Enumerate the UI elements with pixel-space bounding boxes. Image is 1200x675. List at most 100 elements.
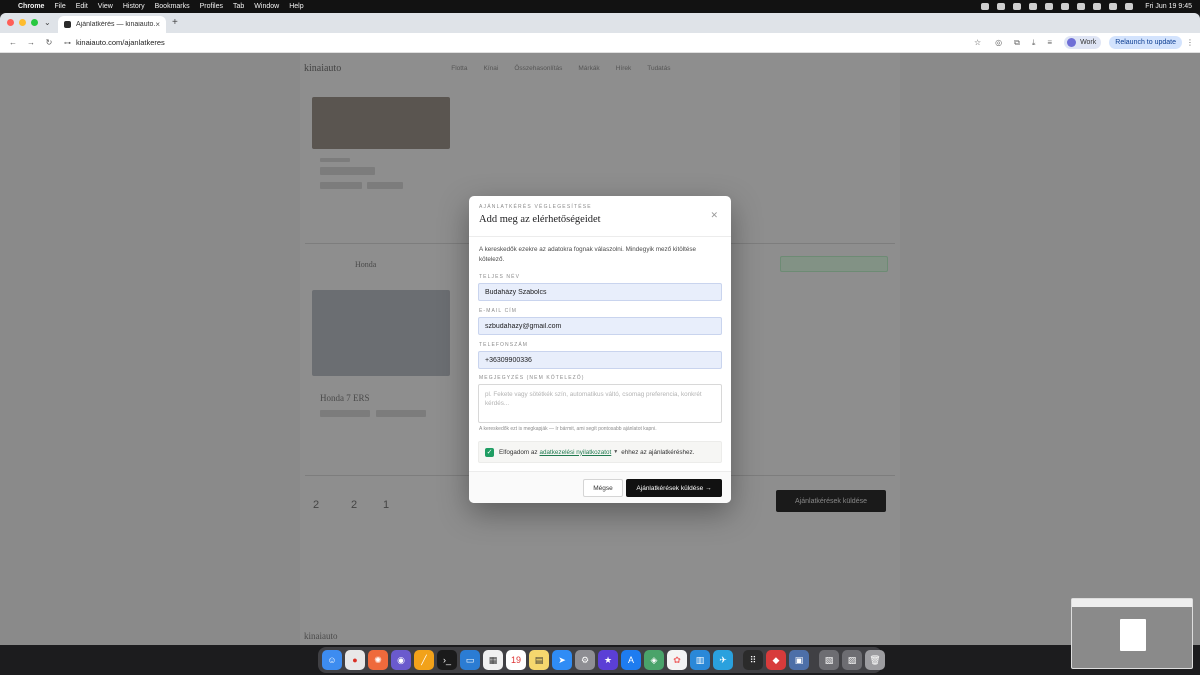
- car-title: Honda 7 ERS: [320, 393, 370, 403]
- menu-history[interactable]: History: [123, 3, 145, 10]
- zoom-window-button[interactable]: [31, 19, 38, 26]
- settings-icon[interactable]: ⚙: [575, 650, 595, 670]
- app-icon[interactable]: ▧: [819, 650, 839, 670]
- wifi-icon[interactable]: [1077, 3, 1086, 10]
- placeholder-tag: [376, 410, 426, 417]
- email-label: E-mail cím: [479, 308, 518, 314]
- modal-eyebrow: Ajánlatkérés véglegesítése: [479, 204, 592, 210]
- download-icon[interactable]: ⤓: [1032, 38, 1036, 48]
- placeholder-tag: [320, 158, 350, 162]
- lens-icon[interactable]: ◎: [995, 38, 1002, 47]
- app-icon[interactable]: ◉: [391, 650, 411, 670]
- privacy-policy-link[interactable]: adatkezelési nyilatkozatot: [540, 449, 612, 456]
- more-menu-icon[interactable]: ⋮: [1186, 38, 1194, 47]
- app-store-icon[interactable]: A: [621, 650, 641, 670]
- stat-number: 2: [313, 499, 320, 511]
- macos-dock: ☺ ● ✺ ◉ ╱ ›_ ▭ ▦ 19 ▤ ➤ ⚙ ★ A ◈ ✿ ▥ ✈ ⠿ …: [318, 647, 885, 673]
- note-label: Megjegyzés (nem kötelező): [479, 375, 585, 381]
- app-icon[interactable]: ▥: [690, 650, 710, 670]
- menubar-clock[interactable]: Fri Jun 19 9:45: [1145, 3, 1192, 10]
- status-icon[interactable]: [1013, 3, 1022, 10]
- address-bar[interactable]: ⊶ kinaiauto.com/ajanlatkeres: [64, 36, 966, 50]
- status-icon[interactable]: [997, 3, 1006, 10]
- telegram-icon[interactable]: ✈: [713, 650, 733, 670]
- screenshot-thumbnail[interactable]: [1071, 598, 1193, 669]
- menu-file[interactable]: File: [54, 3, 65, 10]
- menu-view[interactable]: View: [98, 3, 113, 10]
- profile-chip[interactable]: Work: [1064, 36, 1102, 49]
- app-icon[interactable]: ◆: [766, 650, 786, 670]
- finder-icon[interactable]: ☺: [322, 650, 342, 670]
- search-icon[interactable]: [1109, 3, 1118, 10]
- bookmark-star-icon[interactable]: ☆: [974, 38, 981, 47]
- battery-icon[interactable]: [1093, 3, 1102, 10]
- menu-app-name[interactable]: Chrome: [18, 3, 44, 10]
- nav-link: Flotta: [451, 64, 468, 72]
- app-icon[interactable]: ▦: [483, 650, 503, 670]
- thumbnail-toolbar: [1072, 599, 1192, 607]
- consent-row[interactable]: ✓ Elfogadom az adatkezelési nyilatkozato…: [478, 441, 722, 463]
- menu-help[interactable]: Help: [289, 3, 303, 10]
- control-center-icon[interactable]: [1125, 3, 1134, 10]
- nav-link: Márkák: [578, 64, 600, 72]
- contact-details-modal: Ajánlatkérés véglegesítése Add meg az el…: [469, 196, 731, 503]
- chrome-icon[interactable]: ●: [345, 650, 365, 670]
- notes-icon[interactable]: ▤: [529, 650, 549, 670]
- status-icon[interactable]: [981, 3, 990, 10]
- status-icon[interactable]: [1061, 3, 1070, 10]
- checkbox-checked-icon[interactable]: ✓: [485, 447, 494, 457]
- app-icon[interactable]: ╱: [414, 650, 434, 670]
- cancel-button[interactable]: Mégse: [583, 479, 623, 497]
- modal-description: A kereskedők ezekre az adatokra fognak v…: [479, 246, 697, 263]
- close-icon[interactable]: ✕: [710, 210, 718, 221]
- active-tab[interactable]: Ajánlatkérés — kinaiauto.com ×: [58, 16, 166, 33]
- app-icon[interactable]: ➤: [552, 650, 572, 670]
- app-icon[interactable]: ▣: [789, 650, 809, 670]
- site-info-icon[interactable]: ⊶: [64, 39, 71, 47]
- media-icon[interactable]: ≡: [1047, 38, 1052, 47]
- car-photo: [312, 290, 450, 376]
- forward-arrow-icon[interactable]: →: [24, 38, 38, 47]
- stat-number: 2: [351, 499, 358, 511]
- maps-icon[interactable]: ◈: [644, 650, 664, 670]
- menu-tab[interactable]: Tab: [233, 3, 244, 10]
- note-textarea[interactable]: [478, 384, 722, 423]
- browser-toolbar: ← → ↻ ⊶ kinaiauto.com/ajanlatkeres ☆ ◎ ⧉…: [0, 33, 1200, 53]
- menu-bookmarks[interactable]: Bookmarks: [155, 3, 190, 10]
- email-input[interactable]: [478, 317, 722, 335]
- placeholder-title: [320, 167, 375, 175]
- nav-link: Tudatás: [647, 64, 671, 72]
- calendar-icon[interactable]: 19: [506, 650, 526, 670]
- extensions-icon[interactable]: ⧉: [1014, 38, 1020, 48]
- launchpad-icon[interactable]: ⠿: [743, 650, 763, 670]
- menu-edit[interactable]: Edit: [76, 3, 88, 10]
- photos-icon[interactable]: ✿: [667, 650, 687, 670]
- trash-icon[interactable]: 🗑: [865, 650, 885, 670]
- minimize-window-button[interactable]: [19, 19, 26, 26]
- relaunch-button[interactable]: Relaunch to update: [1109, 36, 1182, 49]
- background-submit-button: Ajánlatkérések küldése: [776, 490, 886, 512]
- app-icon[interactable]: ★: [598, 650, 618, 670]
- terminal-icon[interactable]: ›_: [437, 650, 457, 670]
- close-tab-icon[interactable]: ×: [155, 20, 160, 29]
- stat-number: 1: [383, 499, 390, 511]
- submit-requests-button[interactable]: Ajánlatkérések küldése →: [626, 479, 722, 497]
- app-icon[interactable]: ▭: [460, 650, 480, 670]
- menu-window[interactable]: Window: [254, 3, 279, 10]
- status-icon[interactable]: [1045, 3, 1054, 10]
- chevron-down-icon[interactable]: ▼: [613, 449, 618, 455]
- profile-label: Work: [1080, 39, 1097, 46]
- back-arrow-icon[interactable]: ←: [6, 38, 20, 47]
- tab-search-chevron-icon[interactable]: ⌄: [44, 18, 51, 27]
- consent-suffix: ehhez az ajánlatkéréshez.: [621, 448, 695, 456]
- full-name-input[interactable]: [478, 283, 722, 301]
- menu-profiles[interactable]: Profiles: [200, 3, 223, 10]
- status-icons: Fri Jun 19 9:45: [981, 3, 1192, 10]
- app-icon[interactable]: ✺: [368, 650, 388, 670]
- app-icon[interactable]: ▨: [842, 650, 862, 670]
- status-icon[interactable]: [1029, 3, 1038, 10]
- close-window-button[interactable]: [7, 19, 14, 26]
- new-tab-plus-icon[interactable]: +: [172, 17, 178, 28]
- phone-input[interactable]: [478, 351, 722, 369]
- reload-icon[interactable]: ↻: [42, 38, 56, 47]
